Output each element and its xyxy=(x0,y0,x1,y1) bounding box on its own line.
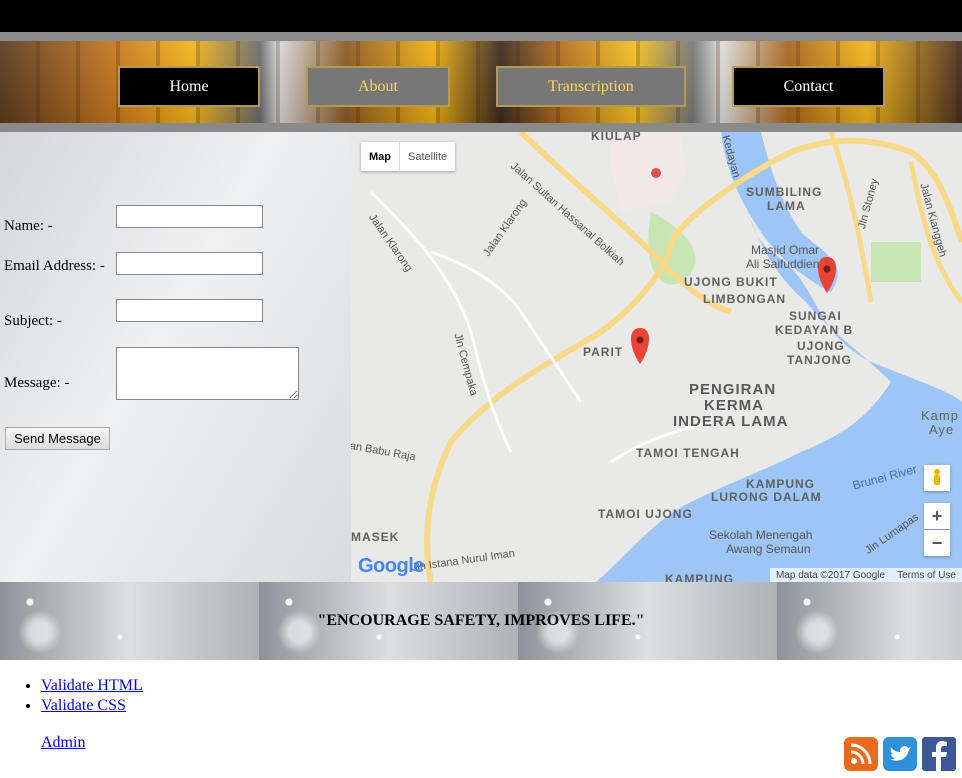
zoom-in-button[interactable]: + xyxy=(924,503,950,529)
map-label-sumbiling: SUMBILING xyxy=(746,185,823,199)
map-label-tanjong: TANJONG xyxy=(787,353,852,367)
map-type-map-button[interactable]: Map xyxy=(361,142,399,171)
google-logo: Google xyxy=(358,555,424,577)
message-label: Message: - xyxy=(4,375,70,391)
map-label-tamoi-tengah: TAMOI TENGAH xyxy=(636,446,740,460)
map-label-kampung-2: KAMPUNG xyxy=(665,572,734,582)
map-data-credit: Map data ©2017 Google xyxy=(775,569,886,581)
map-label-sekolah-1: Sekolah Menengah xyxy=(709,528,813,542)
map-label-masjid-omar-1: Masjid Omar xyxy=(751,243,820,257)
top-gray-strip xyxy=(0,32,962,41)
twitter-icon[interactable] xyxy=(883,737,917,771)
quote-banner: "ENCOURAGE SAFETY, IMPROVES LIFE." xyxy=(0,582,962,660)
map-label-kamp: Kamp xyxy=(921,408,959,423)
map-label-kiulap: KIULAP xyxy=(591,132,642,143)
nav-contact[interactable]: Contact xyxy=(732,66,885,107)
map-label-indera-lama: INDERA LAMA xyxy=(673,413,789,430)
map-label-aye: Aye xyxy=(929,422,955,437)
map-label-limbongan: LIMBONGAN xyxy=(703,292,786,306)
nav-transcription[interactable]: Transcription xyxy=(496,66,686,107)
facebook-icon[interactable] xyxy=(922,737,956,771)
validate-html-link[interactable]: Validate HTML xyxy=(41,677,143,694)
map-label-masek: MASEK xyxy=(351,530,400,544)
map-label-masjid-omar-2: Ali Saifuddien xyxy=(746,257,820,271)
map-label-parit: PARIT xyxy=(583,345,624,359)
map-label-kerma: KERMA xyxy=(704,397,764,414)
subject-field[interactable] xyxy=(116,299,263,322)
map-type-satellite-button[interactable]: Satellite xyxy=(399,142,455,171)
map-label-ujong: UJONG xyxy=(797,339,845,353)
rss-icon[interactable] xyxy=(844,737,878,771)
google-map[interactable]: Map Satellite KIULAP Jalan Sultan Hassan… xyxy=(351,132,962,582)
map-label-kedayan-b: KEDAYAN B xyxy=(775,323,854,337)
map-label-lama: LAMA xyxy=(767,199,806,213)
zoom-out-button[interactable]: − xyxy=(924,530,950,556)
map-footer: Map data ©2017 Google Terms of Use xyxy=(769,568,962,582)
map-type-toggle: Map Satellite xyxy=(361,142,456,171)
name-field[interactable] xyxy=(116,205,263,228)
nav-home-label: Home xyxy=(169,77,209,95)
subject-label: Subject: - xyxy=(4,313,62,329)
send-message-button[interactable]: Send Message xyxy=(5,427,110,450)
map-label-sekolah-2: Awang Semaun xyxy=(726,542,811,556)
list-item: Validate CSS xyxy=(41,696,143,716)
nav-transcription-label: Transcription xyxy=(548,77,634,95)
email-label: Email Address: - xyxy=(4,258,105,274)
bottom-gray-strip xyxy=(0,123,962,132)
name-label: Name: - xyxy=(4,218,53,234)
admin-link[interactable]: Admin xyxy=(41,734,85,752)
message-field[interactable] xyxy=(116,347,299,400)
nav-contact-label: Contact xyxy=(783,77,834,95)
street-view-pegman[interactable] xyxy=(924,465,950,491)
nav-about[interactable]: About xyxy=(306,66,450,107)
safety-quote: "ENCOURAGE SAFETY, IMPROVES LIFE." xyxy=(317,612,645,629)
map-label-pengiran: PENGIRAN xyxy=(689,381,777,398)
nav-home[interactable]: Home xyxy=(118,66,260,107)
map-terms-link[interactable]: Terms of Use xyxy=(897,570,956,581)
map-label-lurong-dalam: LURONG DALAM xyxy=(711,490,822,504)
validate-css-link[interactable]: Validate CSS xyxy=(41,697,126,714)
map-label-kampung: KAMPUNG xyxy=(746,477,815,491)
email-field[interactable] xyxy=(116,252,263,275)
map-label-tamoi-ujong: TAMOI UJONG xyxy=(598,507,693,521)
map-label-sungai: SUNGAI xyxy=(789,309,842,323)
map-label-ujong-bukit: UJONG BUKIT xyxy=(684,275,778,289)
nav-about-label: About xyxy=(358,77,398,95)
list-item: Validate HTML xyxy=(41,676,143,696)
top-black-bar xyxy=(0,0,962,32)
validation-links: Validate HTML Validate CSS xyxy=(21,676,143,716)
